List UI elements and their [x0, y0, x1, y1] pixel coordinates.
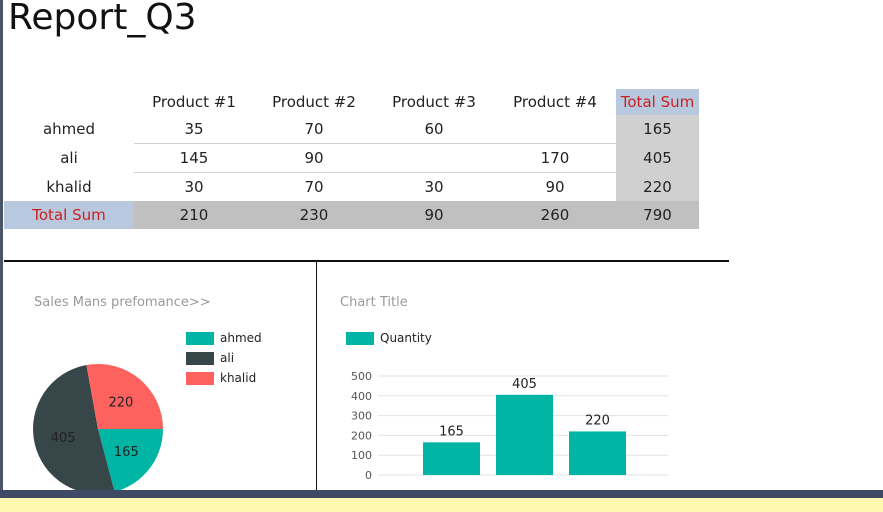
- bar-legend-item-quantity[interactable]: Quantity: [346, 331, 432, 345]
- grand-total-cell: 790: [616, 201, 699, 229]
- legend-label: ahmed: [220, 331, 262, 345]
- report-title: Report_Q3: [8, 0, 197, 38]
- legend-label: Quantity: [380, 331, 432, 345]
- total-cell: 230: [254, 201, 374, 229]
- total-cell: 210: [134, 201, 254, 229]
- table-row: ahmed 35 70 60 165: [4, 115, 699, 144]
- pie-data-label: 405: [51, 431, 76, 446]
- pie-data-label: 165: [114, 445, 139, 460]
- legend-swatch: [186, 351, 214, 365]
- matrix-table-container: Product #1 Product #2 Product #3 Product…: [4, 89, 699, 229]
- table-cell: 170: [494, 143, 616, 173]
- pie-chart: 165 405 220: [33, 364, 163, 490]
- table-cell: 60: [374, 115, 494, 144]
- table-cell: 30: [424, 178, 444, 196]
- table-cell: 90: [545, 178, 565, 196]
- bar-khalid[interactable]: [569, 431, 626, 475]
- bar-ahmed[interactable]: [423, 442, 480, 475]
- pie-chart-title: Sales Mans prefomance>>: [34, 295, 211, 310]
- legend-swatch: [186, 371, 214, 385]
- y-tick-label: 400: [351, 390, 372, 403]
- section-divider-horizontal: [4, 260, 729, 262]
- row-total-cell: 405: [616, 143, 699, 173]
- status-bar: [0, 498, 883, 512]
- y-tick-label: 0: [365, 469, 372, 482]
- row-total-cell: 165: [616, 115, 699, 144]
- table-cell: 145: [134, 143, 254, 173]
- table-cell: 90: [254, 143, 374, 173]
- column-header-product-4: Product #4: [513, 93, 597, 111]
- row-total-cell: 220: [616, 172, 699, 201]
- table-row: khalid 30 70 30 90 220: [4, 172, 699, 201]
- table-total-row: Total Sum 210 230 90 260 790: [4, 201, 699, 229]
- legend-label: khalid: [220, 371, 257, 385]
- bar-chart: 500 400 300 200 100 0 165 405 220: [351, 370, 668, 482]
- row-header: ahmed: [42, 120, 96, 139]
- column-header-product-3: Product #3: [392, 93, 476, 111]
- table-row: ali 145 90 170 405: [4, 143, 699, 173]
- table-cell: [374, 143, 494, 173]
- column-header-total-sum: Total Sum: [616, 89, 699, 115]
- table-cell: 35: [134, 115, 254, 144]
- corner-cell: [4, 89, 134, 115]
- row-header: khalid: [46, 177, 92, 196]
- matrix-table: Product #1 Product #2 Product #3 Product…: [4, 89, 699, 229]
- legend-swatch: [346, 331, 374, 345]
- window-left-border: [0, 0, 3, 490]
- table-cell: 70: [304, 178, 324, 196]
- table-cell: 70: [254, 115, 374, 144]
- total-row-header: Total Sum: [4, 201, 134, 229]
- bar-data-label: 220: [585, 413, 610, 428]
- total-cell: 260: [494, 201, 616, 229]
- y-tick-label: 500: [351, 370, 372, 383]
- table-cell: 30: [184, 178, 204, 196]
- bar-ali[interactable]: [496, 394, 553, 475]
- total-cell: 90: [374, 201, 494, 229]
- bottom-panel-border: [0, 490, 883, 498]
- column-header-product-2: Product #2: [272, 93, 356, 111]
- column-header-product-1: Product #1: [152, 93, 236, 111]
- bar-data-label: 405: [512, 377, 537, 392]
- table-cell: [494, 115, 616, 144]
- y-tick-label: 200: [351, 429, 372, 442]
- bar-data-label: 165: [439, 424, 464, 439]
- section-divider-vertical: [316, 261, 317, 491]
- pie-legend-item-khalid[interactable]: khalid: [186, 371, 256, 385]
- y-tick-label: 100: [351, 449, 372, 462]
- row-header: ali: [60, 149, 78, 167]
- legend-label: ali: [220, 351, 235, 365]
- pie-data-label: 220: [109, 396, 134, 411]
- pie-legend-item-ahmed[interactable]: ahmed: [186, 331, 262, 345]
- pie-legend-item-ali[interactable]: ali: [186, 351, 234, 365]
- legend-swatch: [186, 331, 214, 345]
- bar-chart-title: Chart Title: [340, 295, 408, 310]
- y-tick-label: 300: [351, 410, 372, 423]
- table-header-row: Product #1 Product #2 Product #3 Product…: [4, 89, 699, 115]
